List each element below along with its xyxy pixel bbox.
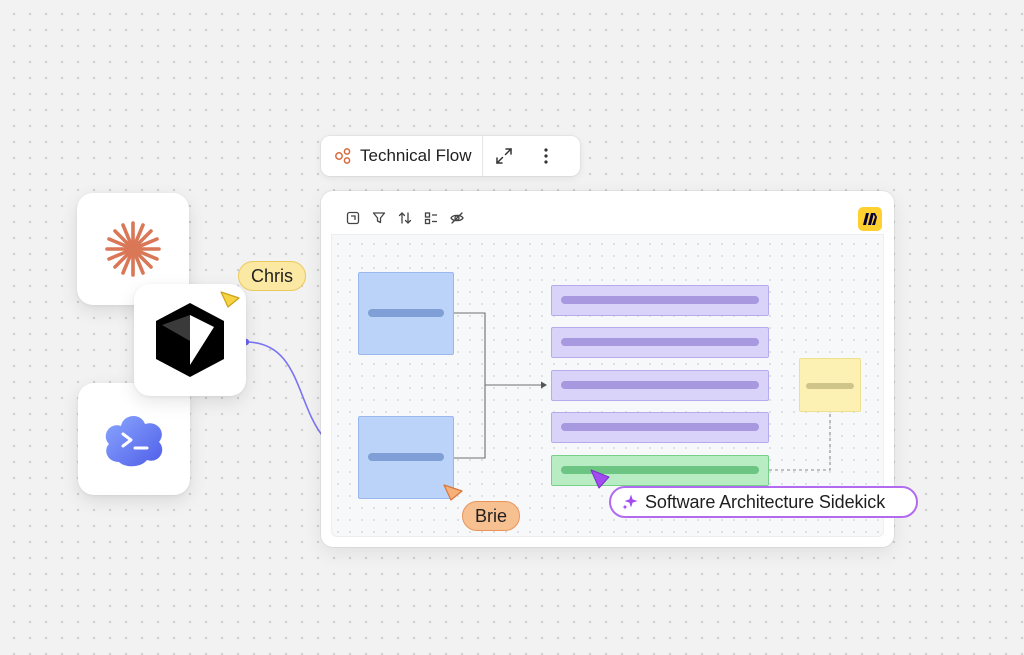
node-placeholder-line <box>368 453 444 461</box>
ai-sidekick-text: Software Architecture Sidekick <box>645 491 886 512</box>
flow-step-3[interactable] <box>551 370 769 401</box>
collaborator-label-brie: Brie <box>462 501 521 531</box>
brie-cursor-icon <box>443 484 463 501</box>
flow-step-2[interactable] <box>551 327 769 358</box>
flow-step-1[interactable] <box>551 285 769 316</box>
node-placeholder-line <box>368 309 444 317</box>
flow-connectors <box>454 312 831 471</box>
step-placeholder-line <box>561 296 759 304</box>
step-placeholder-line <box>561 381 759 389</box>
flow-step-4[interactable] <box>551 412 769 443</box>
sticky-note[interactable] <box>799 358 861 412</box>
flow-node-source-bottom[interactable] <box>358 416 454 499</box>
flow-node-source-top[interactable] <box>358 272 454 355</box>
sparkle-icon <box>622 494 638 510</box>
flow-step-selected[interactable] <box>551 455 769 486</box>
step-placeholder-line <box>561 338 759 346</box>
step-placeholder-line <box>561 423 759 431</box>
ai-sidekick-label[interactable]: Software Architecture Sidekick <box>609 486 918 518</box>
sticky-placeholder-line <box>806 383 854 389</box>
sidekick-cursor-icon <box>590 469 610 489</box>
